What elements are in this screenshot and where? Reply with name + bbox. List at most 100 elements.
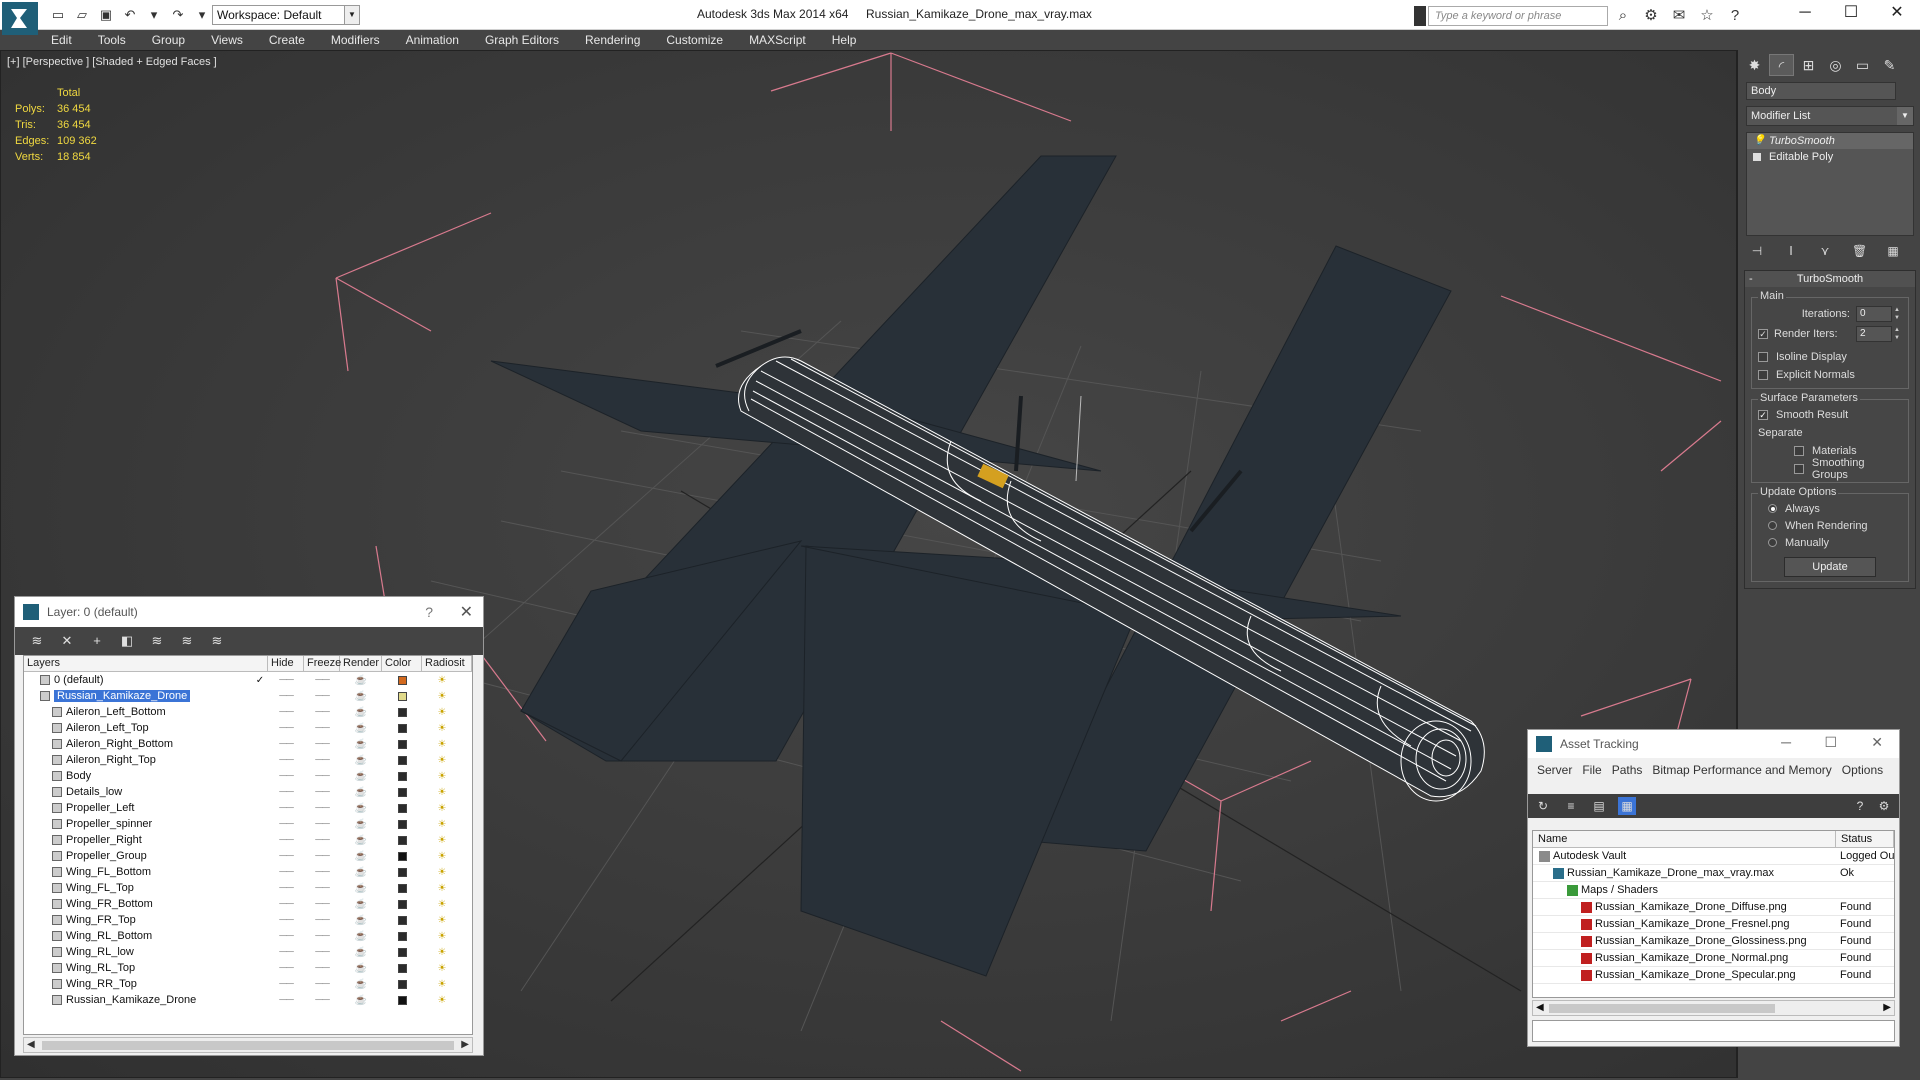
layer-row[interactable]: Wing_FR_Bottom ── ── ☕ ☀ <box>24 896 472 912</box>
save-file-icon[interactable]: ▣ <box>96 6 116 24</box>
freeze-toggle[interactable]: ── <box>304 978 340 990</box>
hierarchy-tab-icon[interactable]: ⊞ <box>1796 54 1821 76</box>
freeze-toggle[interactable]: ── <box>304 706 340 718</box>
menu-maxscript[interactable]: MAXScript <box>736 30 819 50</box>
hide-toggle[interactable]: ── <box>268 898 304 910</box>
close-icon[interactable]: ✕ <box>1874 0 1920 26</box>
radiosity-icon[interactable]: ☀ <box>422 835 462 846</box>
layer-color-swatch[interactable] <box>382 899 422 909</box>
modifier-list-dropdown[interactable]: Modifier List ▼ <box>1746 106 1914 126</box>
freeze-toggle[interactable]: ── <box>304 866 340 878</box>
render-teapot-icon[interactable]: ☕ <box>340 723 382 734</box>
render-teapot-icon[interactable]: ☕ <box>340 963 382 974</box>
open-file-icon[interactable]: ▱ <box>72 6 92 24</box>
scroll-thumb[interactable] <box>42 1041 454 1050</box>
scroll-thumb[interactable] <box>1549 1004 1775 1013</box>
smooth-result-checkbox[interactable]: ✓ Smooth Result <box>1758 406 1902 424</box>
layer-row[interactable]: Aileron_Right_Top ── ── ☕ ☀ <box>24 752 472 768</box>
layer-name-cell[interactable]: Propeller_spinner <box>24 818 252 830</box>
layer-name-cell[interactable]: Propeller_Group <box>24 850 252 862</box>
pin-stack-icon[interactable]: ⊣ <box>1750 244 1764 258</box>
add-to-layer-icon[interactable]: + <box>87 632 107 650</box>
expand-icon[interactable] <box>1753 153 1761 161</box>
layer-color-swatch[interactable] <box>382 947 422 957</box>
hide-toggle[interactable]: ── <box>268 674 304 686</box>
stack-item-editable-poly[interactable]: Editable Poly <box>1747 149 1913 165</box>
layer-color-swatch[interactable] <box>382 755 422 765</box>
asset-name-cell[interactable]: Russian_Kamikaze_Drone_Fresnel.png <box>1533 918 1836 930</box>
hide-toggle[interactable]: ── <box>268 946 304 958</box>
viewport-label[interactable]: [+] [Perspective ] [Shaded + Edged Faces… <box>7 56 217 68</box>
asset-name-cell[interactable]: Russian_Kamikaze_Drone_Specular.png <box>1533 969 1836 981</box>
render-teapot-icon[interactable]: ☕ <box>340 915 382 926</box>
column-status[interactable]: Status <box>1836 831 1894 847</box>
menu-bitmap-performance[interactable]: Bitmap Performance and Memory <box>1647 760 1836 792</box>
layer-name-cell[interactable]: Aileron_Right_Top <box>24 754 252 766</box>
menu-rendering[interactable]: Rendering <box>572 30 653 50</box>
render-teapot-icon[interactable]: ☕ <box>340 803 382 814</box>
hide-toggle[interactable]: ── <box>268 866 304 878</box>
layer-color-swatch[interactable] <box>382 723 422 733</box>
layer-name-cell[interactable]: Wing_FL_Bottom <box>24 866 252 878</box>
render-teapot-icon[interactable]: ☕ <box>340 931 382 942</box>
freeze-toggle[interactable]: ── <box>304 818 340 830</box>
column-name[interactable]: Name <box>1533 831 1836 847</box>
layer-row[interactable]: Wing_RL_low ── ── ☕ ☀ <box>24 944 472 960</box>
scroll-left-icon[interactable]: ◀ <box>27 1039 35 1050</box>
radiosity-icon[interactable]: ☀ <box>422 691 462 702</box>
layer-color-swatch[interactable] <box>382 691 422 701</box>
freeze-toggle[interactable]: ── <box>304 690 340 702</box>
render-teapot-icon[interactable]: ☕ <box>340 707 382 718</box>
hide-toggle[interactable]: ── <box>268 834 304 846</box>
lightbulb-icon[interactable]: 💡 <box>1753 133 1765 146</box>
hide-toggle[interactable]: ── <box>268 930 304 942</box>
asset-row[interactable]: Russian_Kamikaze_Drone_Glossiness.png Fou… <box>1533 933 1894 950</box>
layer-color-swatch[interactable] <box>382 979 422 989</box>
radiosity-icon[interactable]: ☀ <box>422 867 462 878</box>
layer-name-cell[interactable]: Body <box>24 770 252 782</box>
display-tab-icon[interactable]: ▭ <box>1850 54 1875 76</box>
layer-name-cell[interactable]: Details_low <box>24 786 252 798</box>
radiosity-icon[interactable]: ☀ <box>422 739 462 750</box>
favorites-icon[interactable]: ☆ <box>1696 6 1718 26</box>
spinner-arrows-icon[interactable]: ▲ ▼ <box>1892 326 1902 342</box>
layer-name-cell[interactable]: 0 (default) <box>24 674 252 686</box>
menu-animation[interactable]: Animation <box>393 30 472 50</box>
layer-color-swatch[interactable] <box>382 835 422 845</box>
render-teapot-icon[interactable]: ☕ <box>340 947 382 958</box>
layer-name-cell[interactable]: Aileron_Right_Bottom <box>24 738 252 750</box>
asset-row[interactable]: Maps / Shaders <box>1533 882 1894 899</box>
layer-color-swatch[interactable] <box>382 883 422 893</box>
layer-color-swatch[interactable] <box>382 819 422 829</box>
layer-row[interactable]: Wing_RR_Top ── ── ☕ ☀ <box>24 976 472 992</box>
refresh-icon[interactable]: ↻ <box>1534 797 1552 815</box>
undo-icon[interactable]: ↶ <box>120 6 140 24</box>
minimize-icon[interactable]: ─ <box>1781 734 1791 750</box>
asset-row[interactable]: Russian_Kamikaze_Drone_Normal.png Found <box>1533 950 1894 967</box>
freeze-toggle[interactable]: ── <box>304 962 340 974</box>
hide-all-layers-icon[interactable]: ≋ <box>177 632 197 650</box>
asset-name-cell[interactable]: Russian_Kamikaze_Drone_Diffuse.png <box>1533 901 1836 913</box>
always-radio[interactable]: Always <box>1758 500 1902 517</box>
column-hide[interactable]: Hide <box>268 656 304 671</box>
hide-toggle[interactable]: ── <box>268 914 304 926</box>
layer-row[interactable]: Wing_RL_Top ── ── ☕ ☀ <box>24 960 472 976</box>
hide-toggle[interactable]: ── <box>268 770 304 782</box>
remove-modifier-icon[interactable]: 🗑 <box>1852 244 1867 258</box>
checkbox-box[interactable] <box>1794 446 1804 456</box>
render-teapot-icon[interactable]: ☕ <box>340 835 382 846</box>
scroll-left-icon[interactable]: ◀ <box>1536 1002 1544 1013</box>
show-end-result-icon[interactable]: Ⅰ <box>1784 244 1798 258</box>
iterations-spinner[interactable]: 0 <box>1856 306 1892 322</box>
asset-name-cell[interactable]: Autodesk Vault <box>1533 850 1836 862</box>
menu-server[interactable]: Server <box>1532 760 1577 792</box>
settings-icon[interactable]: ⚙ <box>1875 797 1893 815</box>
select-objects-icon[interactable]: ◧ <box>117 632 137 650</box>
manually-radio[interactable]: Manually <box>1758 534 1902 551</box>
layer-color-swatch[interactable] <box>382 675 422 685</box>
render-teapot-icon[interactable]: ☕ <box>340 995 382 1006</box>
freeze-toggle[interactable]: ── <box>304 770 340 782</box>
maximize-icon[interactable]: ☐ <box>1828 0 1874 26</box>
smoothing-groups-checkbox[interactable]: Smoothing Groups <box>1758 457 1902 481</box>
highlight-layer-icon[interactable]: ≋ <box>147 632 167 650</box>
